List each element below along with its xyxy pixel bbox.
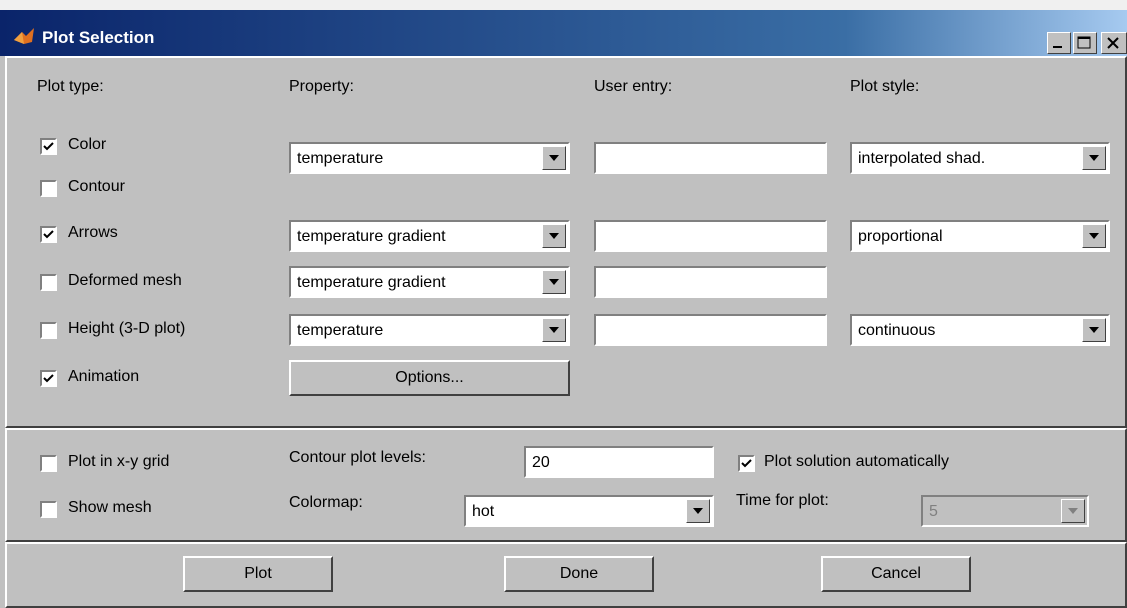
height-checkbox[interactable] [40, 322, 57, 339]
chevron-down-icon [1068, 508, 1078, 514]
chevron-down-icon [549, 327, 559, 333]
arrows-user-entry[interactable] [594, 220, 827, 252]
plot-button[interactable]: Plot [183, 556, 333, 592]
color-user-entry[interactable] [594, 142, 827, 174]
contour-label: Contour [68, 178, 125, 195]
color-label: Color [68, 136, 107, 153]
dropdown-arrow[interactable] [542, 318, 566, 342]
dropdown-arrow[interactable] [542, 146, 566, 170]
deformed-mesh-label: Deformed mesh [68, 272, 182, 289]
property-header: Property: [289, 78, 354, 95]
dropdown-arrow[interactable] [542, 270, 566, 294]
contour-levels-input[interactable]: 20 [524, 446, 714, 478]
chevron-down-icon [549, 233, 559, 239]
dropdown-arrow[interactable] [1061, 499, 1085, 523]
color-checkbox[interactable] [40, 138, 57, 155]
cancel-button[interactable]: Cancel [821, 556, 971, 592]
dropdown-arrow[interactable] [1082, 318, 1106, 342]
dropdown-arrow[interactable] [686, 499, 710, 523]
arrows-style-select[interactable]: proportional [850, 220, 1110, 252]
done-button[interactable]: Done [504, 556, 654, 592]
close-button[interactable] [1101, 32, 1127, 54]
close-icon [1107, 37, 1119, 49]
color-property-select[interactable]: temperature [289, 142, 570, 174]
chevron-down-icon [1089, 327, 1099, 333]
checkmark-icon [43, 142, 54, 151]
matlab-logo-icon [14, 28, 34, 44]
arrows-label: Arrows [68, 224, 118, 241]
show-mesh-checkbox[interactable] [40, 501, 57, 518]
dropdown-arrow[interactable] [1082, 146, 1106, 170]
plot-style-header: Plot style: [850, 78, 920, 95]
plot-type-panel: Plot type: Property: User entry: Plot st… [5, 56, 1127, 428]
arrows-checkbox[interactable] [40, 226, 57, 243]
color-style-select[interactable]: interpolated shad. [850, 142, 1110, 174]
deformed-mesh-checkbox[interactable] [40, 274, 57, 291]
chevron-down-icon [549, 155, 559, 161]
checkmark-icon [43, 230, 54, 239]
height-user-entry[interactable] [594, 314, 827, 346]
plot-auto-label: Plot solution automatically [764, 453, 949, 470]
dropdown-arrow[interactable] [542, 224, 566, 248]
checkmark-icon [741, 459, 752, 468]
minimize-icon [1053, 46, 1062, 48]
arrows-property-select[interactable]: temperature gradient [289, 220, 570, 252]
top-edge [0, 0, 1127, 10]
height-property-select[interactable]: temperature [289, 314, 570, 346]
window-title: Plot Selection [42, 28, 155, 47]
options-button[interactable]: Options... [289, 360, 570, 396]
plot-grid-label: Plot in x-y grid [68, 453, 170, 470]
contour-checkbox[interactable] [40, 180, 57, 197]
plot-auto-checkbox[interactable] [738, 455, 755, 472]
minimize-button[interactable] [1047, 32, 1071, 54]
chevron-down-icon [549, 279, 559, 285]
chevron-down-icon [1089, 233, 1099, 239]
time-for-plot-label: Time for plot: [736, 492, 829, 509]
user-entry-header: User entry: [594, 78, 673, 95]
title-bar[interactable]: Plot Selection [0, 10, 1127, 56]
checkmark-icon [43, 374, 54, 383]
deformed-mesh-property-select[interactable]: temperature gradient [289, 266, 570, 298]
contour-levels-label: Contour plot levels: [289, 449, 426, 466]
height-style-select[interactable]: continuous [850, 314, 1110, 346]
colormap-label: Colormap: [289, 494, 363, 511]
chevron-down-icon [1089, 155, 1099, 161]
deformed-mesh-user-entry[interactable] [594, 266, 827, 298]
plot-type-header: Plot type: [37, 78, 104, 95]
time-for-plot-select[interactable]: 5 [921, 495, 1089, 527]
colormap-select[interactable]: hot [464, 495, 714, 527]
display-options-panel: Plot in x-y grid Contour plot levels: 20… [5, 428, 1127, 542]
maximize-button[interactable] [1073, 32, 1097, 54]
animation-label: Animation [68, 368, 140, 385]
chevron-down-icon [693, 508, 703, 514]
dropdown-arrow[interactable] [1082, 224, 1106, 248]
maximize-icon [1077, 36, 1091, 49]
action-panel: Plot Done Cancel [5, 542, 1127, 608]
animation-checkbox[interactable] [40, 370, 57, 387]
plot-grid-checkbox[interactable] [40, 455, 57, 472]
show-mesh-label: Show mesh [68, 499, 152, 516]
height-label: Height (3-D plot) [68, 320, 186, 337]
